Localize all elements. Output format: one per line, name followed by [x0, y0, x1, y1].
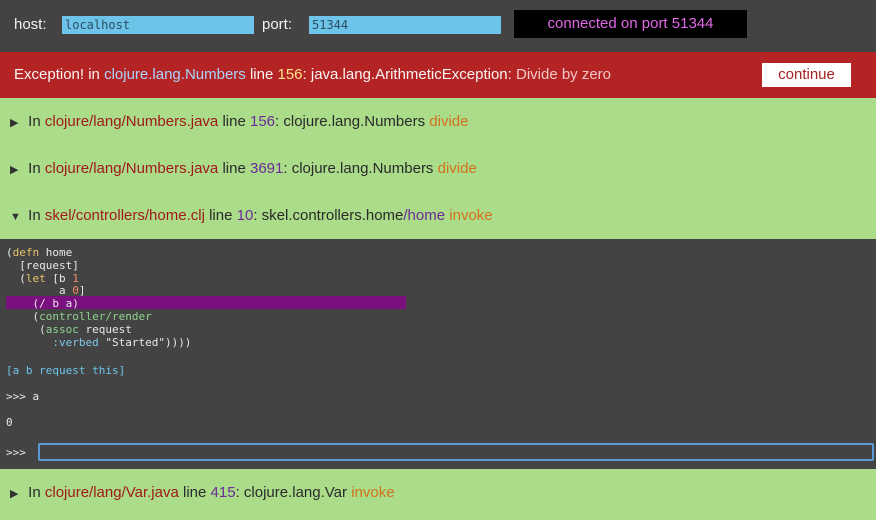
exception-line-word: line — [249, 66, 274, 83]
host-label: host: — [14, 16, 47, 33]
triangle-right-icon[interactable]: ▶ — [10, 471, 24, 518]
source-panel: (defn home [request] (let [b 1 a 0] (/ b… — [0, 239, 876, 469]
frame-file: clojure/lang/Var.java — [44, 484, 179, 501]
frame-in-label: In — [28, 113, 41, 130]
frame-file: skel/controllers/home.clj — [44, 207, 205, 224]
frame-line: 156 — [249, 113, 276, 130]
frame-line-word: line — [222, 113, 246, 130]
host-input[interactable] — [62, 16, 254, 34]
frame-in-label: In — [28, 207, 41, 224]
repl-prompt: >>> — [6, 446, 26, 459]
frame-line-word: line — [209, 207, 233, 224]
stack-frame[interactable]: ▶ In clojure/lang/Var.java line 415: clo… — [0, 469, 876, 520]
connection-status: connected on port 51344 — [514, 10, 747, 38]
continue-button[interactable]: continue — [762, 63, 851, 87]
stack-frame[interactable]: ▶ In clojure/lang/Numbers.java line 3691… — [0, 145, 876, 192]
triangle-right-icon[interactable]: ▶ — [10, 100, 24, 147]
stack-frame[interactable]: ▶ In clojure/lang/Numbers.java line 156:… — [0, 98, 876, 145]
frame-namespace: skel.controllers.home — [261, 207, 404, 224]
frame-line-word: line — [183, 484, 207, 501]
frame-method: invoke — [449, 207, 493, 224]
source-code: (defn home [request] (let [b 1 a 0] (/ b… — [6, 246, 192, 349]
exception-line: 156 — [277, 66, 303, 83]
frame-in-label: In — [28, 160, 41, 177]
frame-namespace: clojure.lang.Var — [243, 484, 348, 501]
exception-message: Divide by zero — [515, 66, 612, 83]
exception-type: java.lang.ArithmeticException: — [310, 66, 512, 83]
frame-file: clojure/lang/Numbers.java — [44, 113, 219, 130]
connection-bar: host: port: connected on port 51344 — [0, 0, 876, 52]
exception-banner: Exception! in clojure.lang.Numbers line … — [0, 52, 876, 98]
exception-class: clojure.lang.Numbers — [104, 66, 246, 83]
triangle-right-icon[interactable]: ▶ — [10, 147, 24, 194]
frame-file: clojure/lang/Numbers.java — [44, 160, 219, 177]
frame-fn-name: /home — [403, 207, 446, 224]
frame-line: 3691 — [249, 160, 284, 177]
frame-method: divide — [437, 160, 477, 177]
frame-method: invoke — [351, 484, 395, 501]
port-label: port: — [262, 16, 293, 33]
frame-namespace: clojure.lang.Numbers — [291, 160, 434, 177]
port-input[interactable] — [309, 16, 501, 34]
stack-frame-expanded[interactable]: ▼ In skel/controllers/home.clj line 10: … — [0, 192, 876, 239]
exception-prefix: Exception! in — [14, 66, 100, 83]
frame-namespace: clojure.lang.Numbers — [283, 113, 426, 130]
frame-line: 415 — [210, 484, 236, 501]
repl-input[interactable] — [38, 443, 874, 461]
frame-line: 10 — [236, 207, 254, 224]
frame-line-word: line — [222, 160, 246, 177]
triangle-down-icon[interactable]: ▼ — [10, 194, 24, 241]
frame-in-label: In — [28, 484, 41, 501]
repl-history-input: >>> a — [6, 390, 40, 403]
frame-method: divide — [429, 113, 469, 130]
repl-history-result: 0 — [6, 416, 13, 429]
locals-list: [a b request this] — [6, 364, 126, 377]
